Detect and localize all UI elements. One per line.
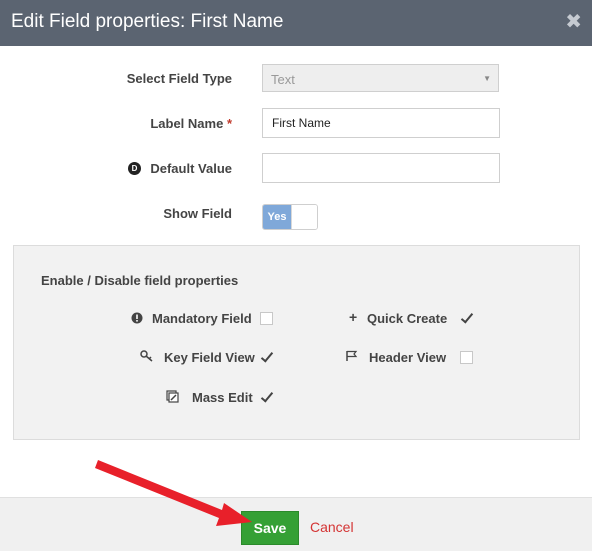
- mandatory-field-label: Mandatory Field: [152, 311, 252, 326]
- mass-edit-label: Mass Edit: [192, 390, 253, 405]
- label-name-input[interactable]: [262, 108, 500, 138]
- key-field-view-label: Key Field View: [164, 350, 255, 365]
- default-value-label: Default Value: [150, 161, 232, 176]
- cancel-link[interactable]: Cancel: [310, 519, 354, 535]
- dialog-header: Edit Field properties: First Name ✖: [0, 0, 592, 46]
- required-marker: *: [226, 116, 232, 131]
- flag-icon: [345, 350, 359, 365]
- dialog-footer: Save Cancel: [0, 497, 592, 551]
- chevron-down-icon: ▼: [483, 74, 491, 83]
- label-name-label: Label Name *: [32, 116, 232, 131]
- field-type-label: Select Field Type: [126, 71, 232, 86]
- mandatory-field-checkbox[interactable]: [260, 312, 273, 325]
- plus-icon: +: [349, 309, 358, 325]
- quick-create-checkbox[interactable]: [460, 312, 473, 325]
- key-icon: [140, 350, 154, 365]
- label-name-text: Label Name: [150, 116, 224, 131]
- field-type-select[interactable]: Text ▼: [262, 64, 499, 92]
- properties-title: Enable / Disable field properties: [41, 273, 239, 288]
- field-type-value: Text: [271, 72, 295, 87]
- field-properties-panel: Enable / Disable field properties Mandat…: [13, 245, 580, 440]
- header-view-label: Header View: [369, 350, 447, 365]
- show-field-toggle[interactable]: Yes: [262, 204, 318, 230]
- dialog-title: Edit Field properties: First Name: [11, 11, 284, 32]
- toggle-on-label: Yes: [263, 205, 291, 229]
- header-view-checkbox[interactable]: [460, 351, 473, 364]
- mass-edit-icon: [166, 390, 180, 406]
- mass-edit-checkbox[interactable]: [260, 391, 273, 404]
- default-value-input[interactable]: [262, 153, 500, 183]
- show-field-label: Show Field: [163, 206, 232, 221]
- close-icon[interactable]: ✖: [565, 12, 582, 32]
- toggle-knob: [291, 205, 317, 229]
- quick-create-label: Quick Create: [367, 311, 448, 326]
- key-field-view-checkbox[interactable]: [260, 351, 273, 364]
- exclamation-circle-icon: [131, 312, 143, 327]
- save-button[interactable]: Save: [241, 511, 299, 545]
